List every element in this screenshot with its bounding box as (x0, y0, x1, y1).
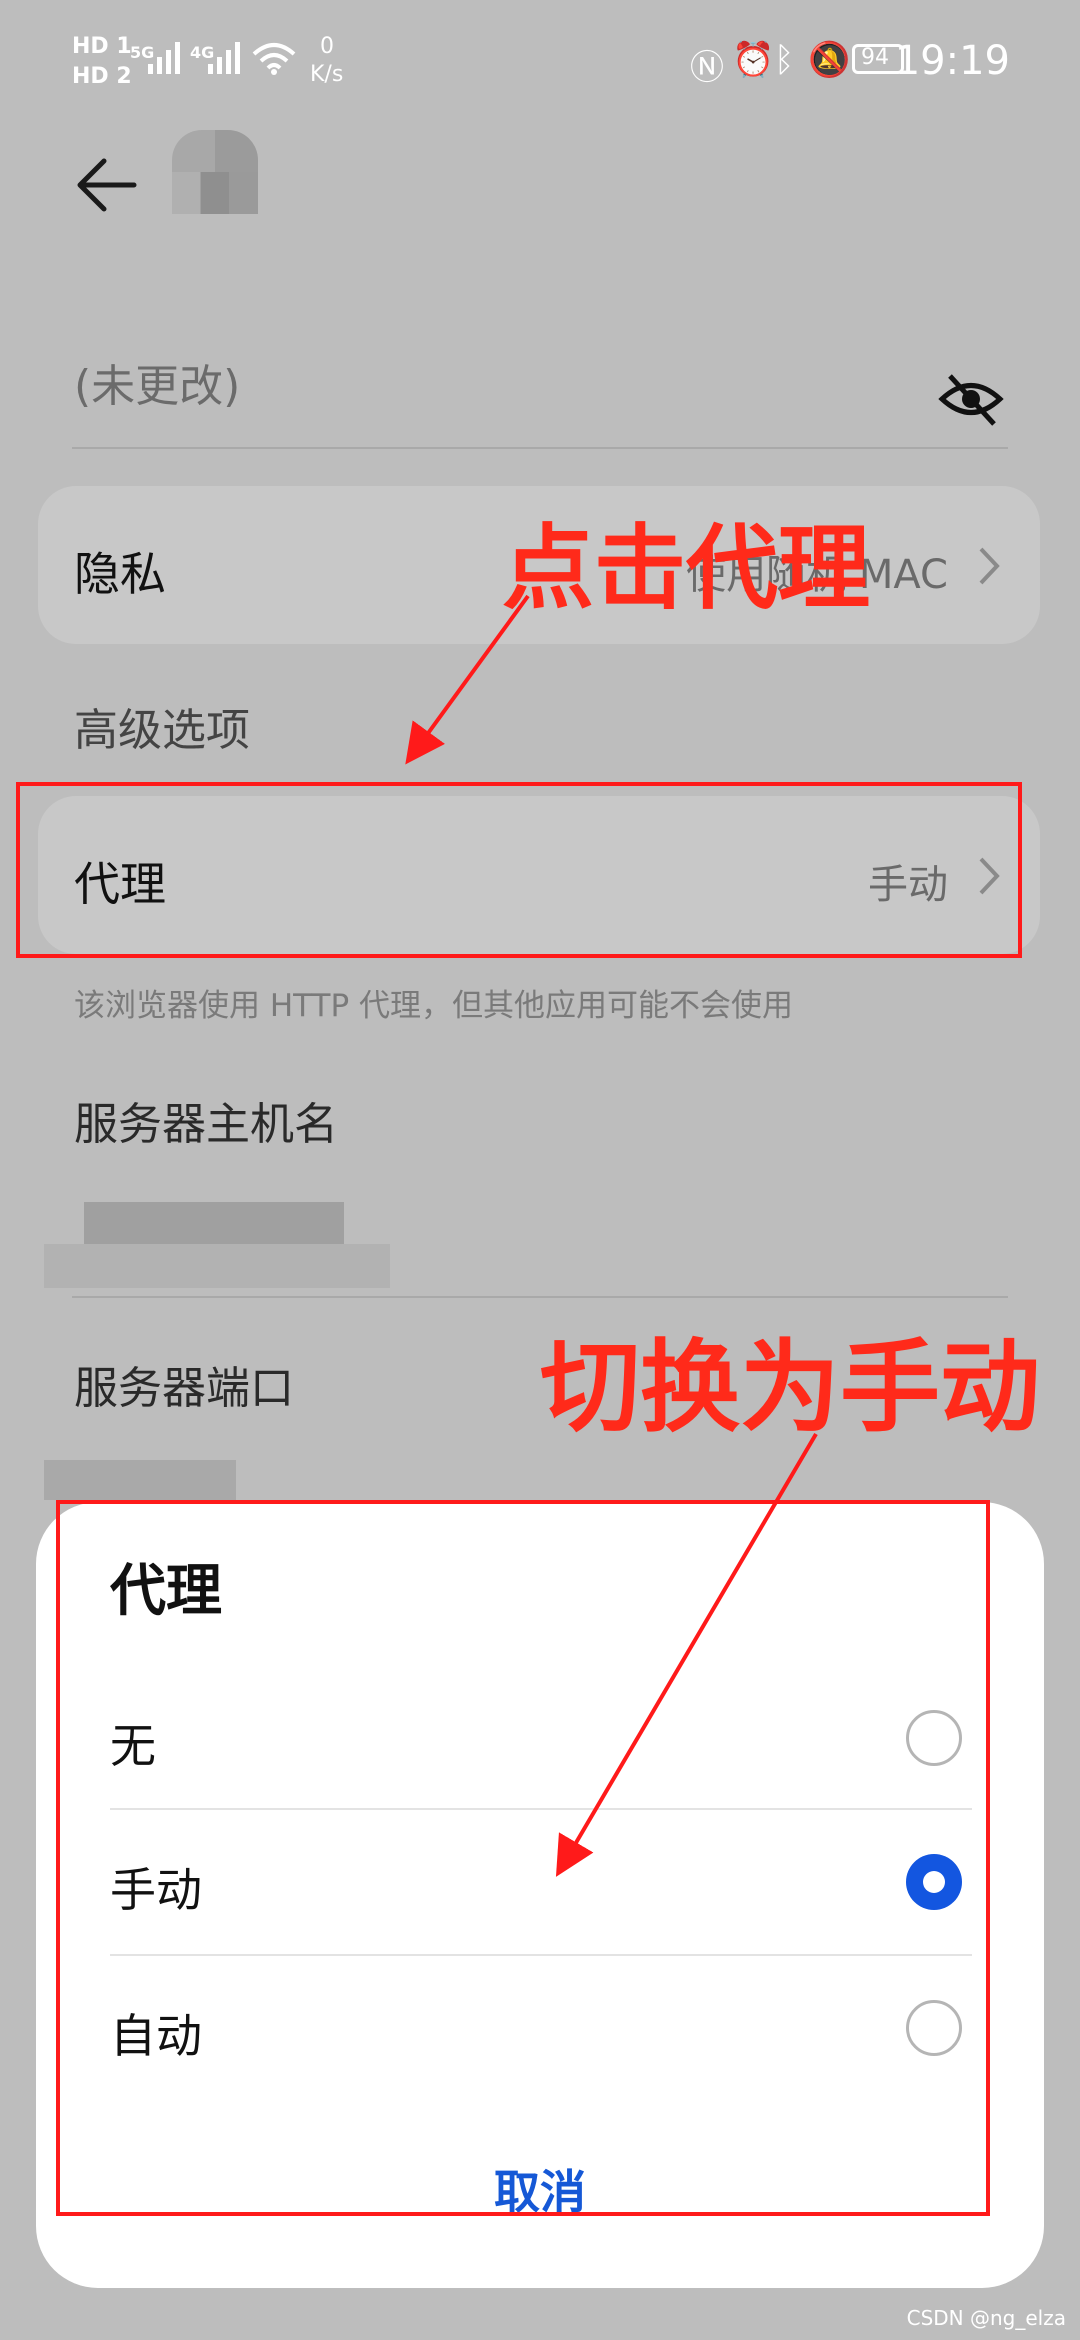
back-arrow-icon[interactable] (72, 150, 142, 220)
annotation-box-proxy-row (16, 782, 1022, 958)
hd1-badge: HD 1 (72, 34, 132, 59)
battery-level: 94 (861, 45, 889, 70)
server-hostname-input[interactable] (44, 1202, 390, 1288)
status-bar: HD 1 HD 2 5G 4G 0 K/s Ⓝ ⏰ ᛒ 🔕 94 19:19 (0, 0, 1080, 120)
annotation-click-proxy: 点击代理 (502, 515, 871, 622)
hd2-badge: HD 2 (72, 64, 132, 89)
signal-icon-2 (208, 42, 240, 74)
annotation-box-dialog (56, 1500, 990, 2216)
chevron-right-icon (979, 547, 1000, 585)
net-speed-value: 0 (320, 34, 334, 59)
network-avatar (172, 130, 258, 214)
password-underline (72, 447, 1008, 449)
proxy-hint: 该浏览器使用 HTTP 代理，但其他应用可能不会使用 (74, 988, 794, 1024)
bluetooth-icon: ᛒ (774, 40, 795, 80)
privacy-label: 隐私 (74, 547, 166, 601)
blurred-hostname (84, 1202, 344, 1244)
server-hostname-label: 服务器主机名 (74, 1099, 338, 1150)
password-field[interactable]: (未更改) (74, 350, 240, 414)
blurred-hostname (44, 1244, 390, 1288)
server-port-label: 服务器端口 (74, 1363, 294, 1414)
alarm-icon: ⏰ (732, 40, 775, 80)
signal-icon-1 (148, 42, 180, 74)
clock: 19:19 (894, 38, 1010, 84)
watermark: CSDN @ng_elza (906, 2306, 1066, 2330)
server-port-input[interactable] (44, 1460, 236, 1500)
hostname-underline (72, 1296, 1008, 1298)
eye-off-icon[interactable] (938, 370, 1004, 428)
wifi-icon (252, 43, 296, 75)
mute-icon: 🔕 (808, 40, 851, 80)
net-speed-unit: K/s (310, 62, 344, 87)
nfc-icon: Ⓝ (690, 48, 724, 88)
annotation-switch-manual: 切换为手动 (540, 1329, 1040, 1446)
advanced-options-title: 高级选项 (74, 705, 250, 756)
